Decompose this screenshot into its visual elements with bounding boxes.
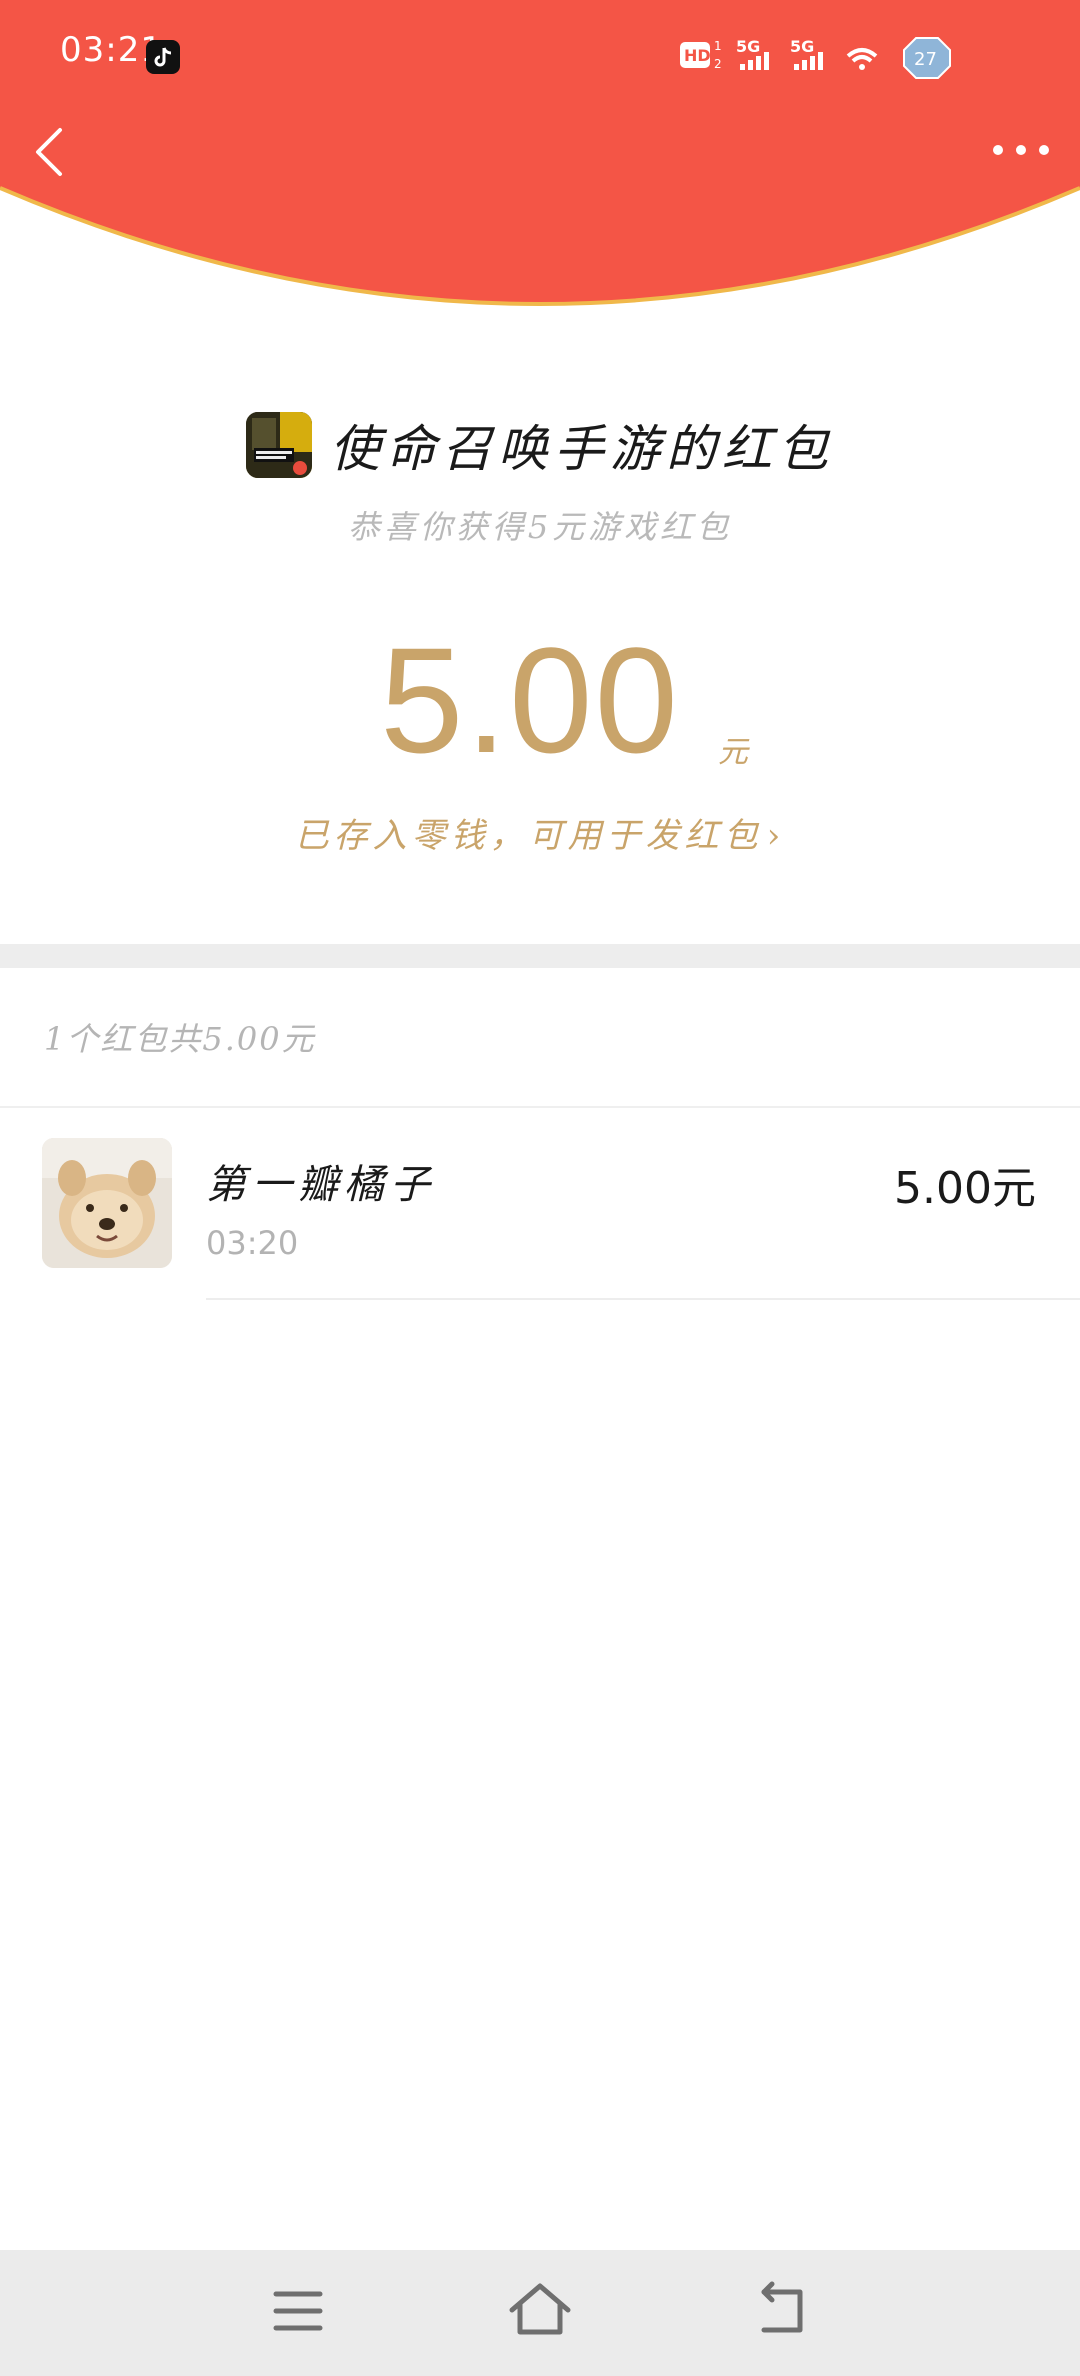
svg-text:HD: HD bbox=[684, 46, 711, 65]
receive-summary: 1个红包共5.00元 bbox=[44, 1020, 316, 1058]
svg-text:2: 2 bbox=[714, 57, 722, 71]
menu-button[interactable] bbox=[258, 2274, 338, 2348]
sender-title-row: 使命召唤手游的红包 bbox=[0, 405, 1080, 485]
received-amount: 5.00元 bbox=[894, 1163, 1036, 1214]
stored-to-change-link[interactable]: 已存入零钱，可用于发红包 › bbox=[0, 808, 1080, 857]
return-icon bbox=[761, 2281, 803, 2333]
recipient-name: 第一瓣橘子 bbox=[206, 1162, 436, 1208]
amount-unit: 元 bbox=[718, 735, 748, 770]
svg-text:5G: 5G bbox=[736, 37, 760, 56]
home-icon bbox=[509, 2283, 571, 2335]
svg-text:1: 1 bbox=[714, 39, 722, 53]
tiktok-notification-icon bbox=[146, 40, 180, 74]
stored-to-change-text: 已存入零钱，可用于发红包 bbox=[294, 816, 763, 856]
amount-value: 5.00 bbox=[380, 616, 680, 784]
home-button[interactable] bbox=[500, 2274, 580, 2348]
avatar[interactable] bbox=[42, 1138, 172, 1268]
red-packet-title: 使命召唤手游的红包 bbox=[330, 420, 834, 478]
status-icons: HD 1 2 5G 5G 27 bbox=[680, 37, 951, 79]
svg-text:5G: 5G bbox=[790, 37, 814, 56]
svg-text:27: 27 bbox=[914, 49, 937, 70]
chevron-left-icon bbox=[36, 128, 62, 176]
more-options-button[interactable] bbox=[986, 130, 1056, 170]
back-button[interactable] bbox=[22, 118, 82, 182]
section-divider bbox=[0, 944, 1080, 968]
more-dots-icon bbox=[993, 145, 1049, 155]
red-packet-detail-screen: 03:21 HD 1 2 5G 5G 27 使命召唤手游的红包 恭喜你获得5元游… bbox=[0, 0, 1080, 2376]
red-packet-subtitle: 恭喜你获得5元游戏红包 bbox=[347, 508, 733, 546]
amount-display: 5.00 元 bbox=[0, 615, 1080, 785]
status-bar: 03:21 HD 1 2 5G 5G 27 bbox=[0, 0, 1080, 110]
menu-icon bbox=[273, 2291, 323, 2331]
receive-time: 03:20 bbox=[206, 1224, 299, 1262]
back-nav-button[interactable] bbox=[742, 2274, 822, 2348]
chevron-right-icon: › bbox=[766, 816, 786, 856]
list-item[interactable]: 第一瓣橘子 03:20 5.00元 bbox=[0, 1108, 1080, 1302]
row-divider bbox=[206, 1298, 1080, 1300]
system-navigation-bar bbox=[0, 2250, 1080, 2376]
game-logo-icon bbox=[246, 412, 312, 478]
